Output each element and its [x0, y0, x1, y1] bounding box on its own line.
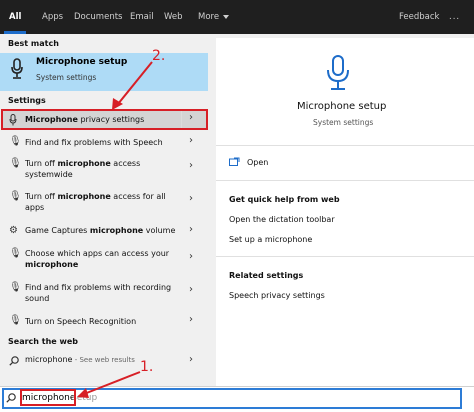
annotation-step-1: 1.	[140, 359, 154, 375]
annotation-arrow-2	[117, 61, 153, 105]
annotation-arrows	[77, 61, 153, 398]
arrow-head-icon	[77, 388, 89, 398]
annotation-arrow-1	[83, 371, 141, 395]
annotation-step-2: 2.	[152, 48, 166, 64]
